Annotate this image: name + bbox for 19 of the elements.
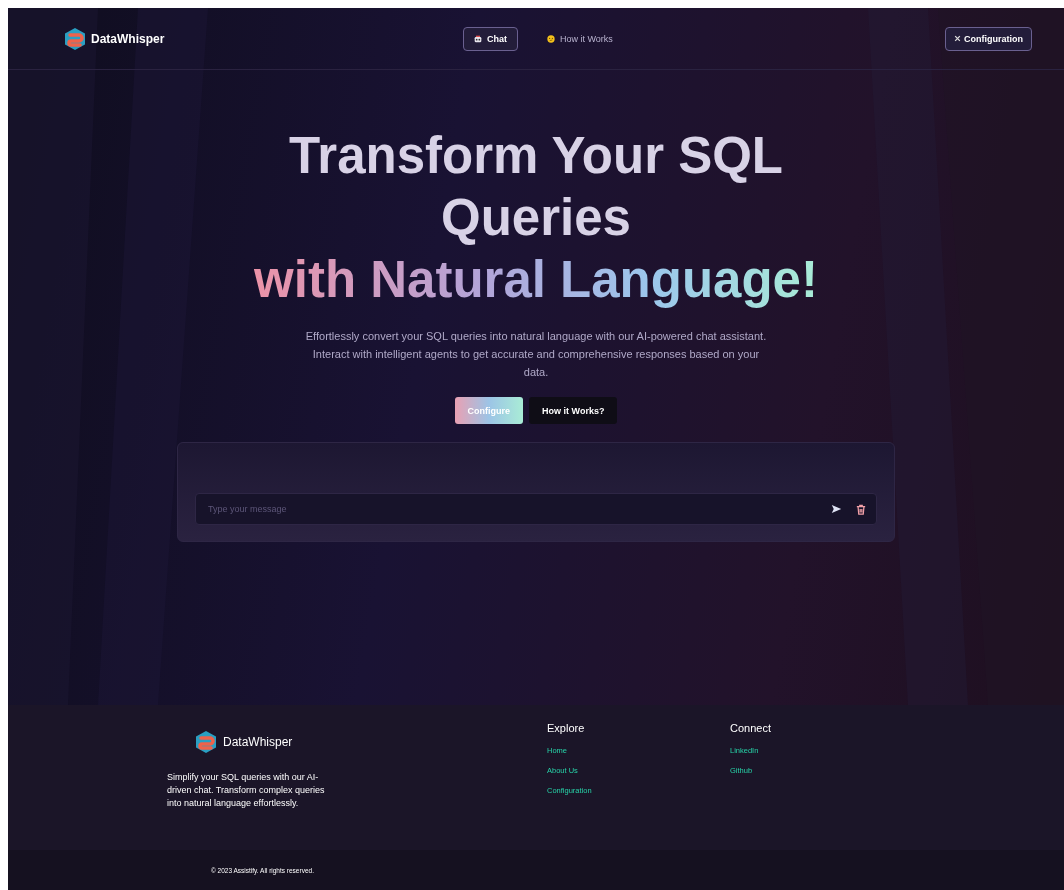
nav-tab[interactable]: Chat [463, 26, 518, 51]
logo-icon [194, 730, 218, 754]
message-field[interactable]: Type your message [206, 503, 817, 515]
brand-name: DataWhisper [223, 735, 293, 749]
face-icon [547, 34, 555, 43]
hero-subtitle: Effortlessly convert your SQL queries into natural language with our AI-powered chat assistant. Interact with intelligent agents to get accurate and comprehensive responses based on your data. [304, 329, 768, 380]
nav-tab[interactable]: How it Works [536, 26, 624, 51]
logo-icon [63, 26, 87, 51]
brand-name: DataWhisper [91, 31, 165, 46]
robot-icon [474, 34, 482, 43]
footer-heading: Explore [547, 722, 586, 734]
how-it-works-button[interactable]: How it Works? [529, 397, 618, 424]
trash-icon[interactable] [856, 503, 866, 515]
hero-title: Transform Your SQL Queries [287, 126, 784, 248]
message-bar[interactable]: Type your message [195, 493, 877, 525]
configuration-button[interactable]: Configuration [945, 26, 1032, 51]
footer-tagline: Simplify your SQL queries with our AI-driven chat. Transform complex queries into natural language effortlessly. [167, 771, 326, 810]
footer-heading: Connect [730, 722, 772, 734]
send-icon[interactable] [831, 504, 842, 514]
